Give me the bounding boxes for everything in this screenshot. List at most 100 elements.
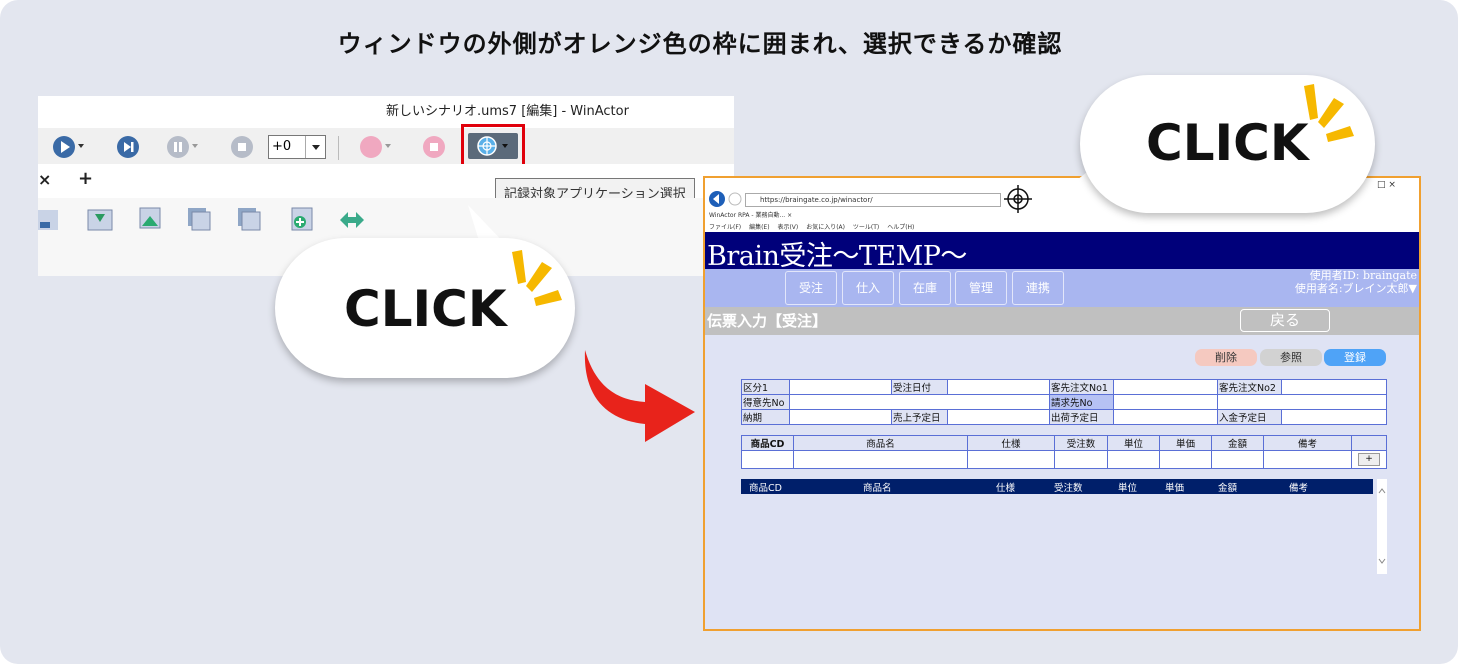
unit-price-input[interactable] — [1159, 450, 1212, 469]
register-button[interactable]: 登録 — [1324, 349, 1386, 366]
page-header: 伝票入力【受注】 戻る — [705, 307, 1419, 335]
run-button[interactable] — [53, 136, 84, 158]
menu-item[interactable]: 表示(V) — [777, 224, 798, 231]
spec-input[interactable] — [967, 450, 1055, 469]
pause-icon — [167, 136, 189, 158]
delete-button[interactable]: 削除 — [1195, 349, 1257, 366]
nav-button[interactable]: 管理 — [955, 271, 1007, 305]
speed-select[interactable]: +0 — [268, 135, 326, 159]
emphasis-icon — [512, 250, 562, 306]
cust-order2-input[interactable] — [1281, 379, 1387, 395]
due-input[interactable] — [789, 409, 892, 425]
node-icon[interactable] — [86, 206, 114, 234]
reference-button[interactable]: 参照 — [1260, 349, 1322, 366]
customer-no-input[interactable] — [789, 394, 1050, 410]
billing-no-input[interactable] — [1113, 394, 1218, 410]
ship-date-input[interactable] — [1113, 409, 1218, 425]
slide-background: ウィンドウの外側がオレンジ色の枠に囲まれ、選択できるか確認 新しいシナリオ.um… — [0, 0, 1458, 664]
menu-item[interactable]: 編集(E) — [749, 224, 769, 231]
kubun-input[interactable] — [789, 379, 892, 395]
field-label: 客先注文No2 — [1217, 379, 1282, 395]
step-icon — [117, 136, 139, 158]
user-info: 使用者ID: braingate 使用者名:ブレイン太郎▼ — [1295, 269, 1417, 295]
field-label: 納期 — [741, 409, 790, 425]
column-header: 金額 — [1211, 435, 1264, 451]
record-icon — [360, 136, 382, 158]
field-label: 客先注文No1 — [1049, 379, 1114, 395]
column-header: 単価 — [1165, 483, 1185, 494]
menu-item[interactable]: ヘルプ(H) — [887, 224, 914, 231]
app-title: Brain受注～TEMP～ — [707, 241, 967, 272]
order-date-input[interactable] — [947, 379, 1050, 395]
node-icon[interactable] — [338, 206, 366, 234]
add-row-cell: + — [1351, 450, 1387, 469]
nav-button[interactable]: 受注 — [785, 271, 837, 305]
field-label: 受注日付 — [891, 379, 948, 395]
arrow-icon — [584, 350, 695, 442]
field-label: 入金予定日 — [1217, 409, 1282, 425]
node-icon[interactable] — [288, 206, 316, 234]
back-icon[interactable] — [708, 190, 742, 210]
column-header: 受注数 — [1054, 435, 1108, 451]
scroll-arrows-icon — [1378, 488, 1386, 564]
mouse-cursor-icon — [1004, 185, 1032, 213]
url-bar[interactable]: https://braingate.co.jp/winactor/ — [745, 193, 1001, 207]
note-input[interactable] — [1263, 450, 1352, 469]
browser-tab[interactable]: WinActor RPA - 業務自動... × — [709, 210, 792, 219]
amount-input[interactable] — [1211, 450, 1264, 469]
record-stop-button[interactable] — [423, 136, 453, 158]
column-header: 商品CD — [749, 483, 782, 494]
browser-menu: ファイル(F) 編集(E) 表示(V) お気に入り(A) ツール(T) ヘルプ(… — [709, 222, 920, 231]
play-icon — [53, 136, 75, 158]
order-list-header: 商品CD 商品名 仕様 受注数 単位 単価 金額 備考 — [741, 479, 1373, 494]
nav-button[interactable]: 仕入 — [842, 271, 894, 305]
column-header: 受注数 — [1054, 483, 1083, 494]
user-name[interactable]: 使用者名:ブレイン太郎▼ — [1295, 282, 1417, 295]
nav-button[interactable]: 連携 — [1012, 271, 1064, 305]
main-nav: 受注 仕入 在庫 管理 連携 使用者ID: braingate 使用者名:ブレイ… — [705, 269, 1419, 307]
node-icon[interactable] — [236, 206, 264, 234]
nav-button[interactable]: 在庫 — [899, 271, 951, 305]
stop-icon — [231, 136, 253, 158]
step-button[interactable] — [117, 136, 147, 158]
back-button[interactable]: 戻る — [1240, 309, 1330, 332]
callout-text: CLICK — [344, 280, 507, 338]
node-icon[interactable] — [38, 206, 66, 234]
column-header: 単位 — [1107, 435, 1160, 451]
callout-text: CLICK — [1146, 114, 1309, 172]
emphasis-icon — [1304, 84, 1354, 142]
cust-order1-input[interactable] — [1113, 379, 1218, 395]
node-icon[interactable] — [136, 206, 164, 234]
item-name-input[interactable] — [793, 450, 968, 469]
unit-input[interactable] — [1107, 450, 1160, 469]
sales-date-input[interactable] — [947, 409, 1050, 425]
page-title: 伝票入力【受注】 — [707, 312, 828, 330]
column-header: 単価 — [1159, 435, 1212, 451]
add-row-button[interactable]: + — [1358, 453, 1380, 466]
browser-window: https://braingate.co.jp/winactor/ WinAct… — [703, 176, 1421, 631]
payment-date-input[interactable] — [1281, 409, 1387, 425]
list-scrollbar[interactable] — [1377, 479, 1387, 574]
item-code-input[interactable] — [741, 450, 794, 469]
record-button[interactable] — [360, 136, 391, 158]
column-header: 仕様 — [967, 435, 1055, 451]
menu-item[interactable]: ツール(T) — [853, 224, 879, 231]
order-header-form: 区分1 受注日付 客先注文No1 客先注文No2 得意先No 請求先No 納期 … — [741, 379, 1387, 425]
window-controls[interactable]: □ × — [1377, 180, 1396, 190]
field-label: 得意先No — [741, 394, 790, 410]
record-stop-icon — [423, 136, 445, 158]
field-label: 請求先No — [1049, 394, 1114, 410]
pause-button[interactable] — [167, 136, 198, 158]
stop-button[interactable] — [231, 136, 261, 158]
chevron-down-icon — [305, 136, 325, 158]
menu-item[interactable]: お気に入り(A) — [806, 224, 845, 231]
column-header: 金額 — [1218, 483, 1238, 494]
close-tab-button[interactable]: × — [38, 170, 51, 189]
field-label: 出荷予定日 — [1049, 409, 1114, 425]
order-list[interactable] — [741, 494, 1373, 572]
add-tab-button[interactable]: + — [78, 168, 93, 189]
node-icon[interactable] — [186, 206, 214, 234]
quantity-input[interactable] — [1054, 450, 1108, 469]
app-header: Brain受注～TEMP～ — [705, 232, 1419, 272]
menu-item[interactable]: ファイル(F) — [709, 224, 741, 231]
